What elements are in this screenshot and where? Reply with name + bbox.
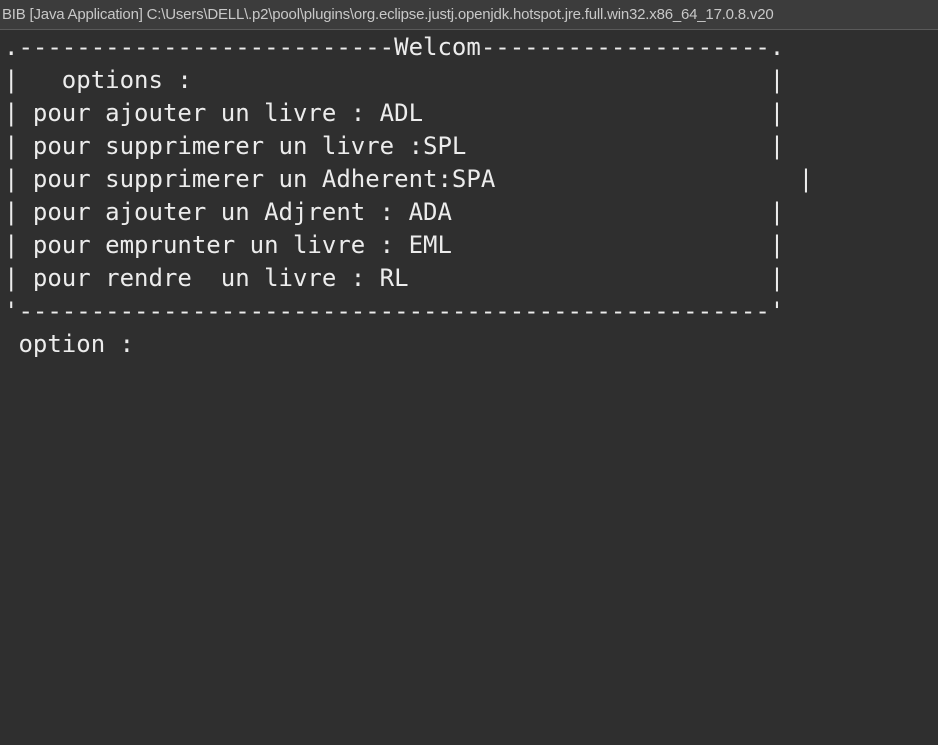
console-line-add-book: | pour ajouter un livre : ADL | — [4, 99, 785, 127]
console-output[interactable]: .--------------------------Welcom-------… — [0, 31, 938, 745]
console-line-welcome-border: .--------------------------Welcom-------… — [4, 33, 785, 61]
console-prompt-option[interactable]: option : — [4, 328, 134, 361]
window-title-bar: BIB [Java Application] C:\Users\DELL\.p2… — [0, 0, 938, 30]
console-line-add-member: | pour ajouter un Adjrent : ADA | — [4, 198, 785, 226]
console-line-borrow-book: | pour emprunter un livre : EML | — [4, 231, 785, 259]
console-line-options-header: | options : | — [4, 66, 785, 94]
console-line-bottom-border: '---------------------------------------… — [4, 297, 785, 325]
console-line-delete-book: | pour supprimerer un livre :SPL | — [4, 132, 785, 160]
console-line-return-book: | pour rendre un livre : RL | — [4, 264, 785, 292]
window-title: BIB [Java Application] C:\Users\DELL\.p2… — [2, 6, 774, 23]
console-line-delete-member: | pour supprimerer un Adherent:SPA | — [4, 165, 814, 193]
